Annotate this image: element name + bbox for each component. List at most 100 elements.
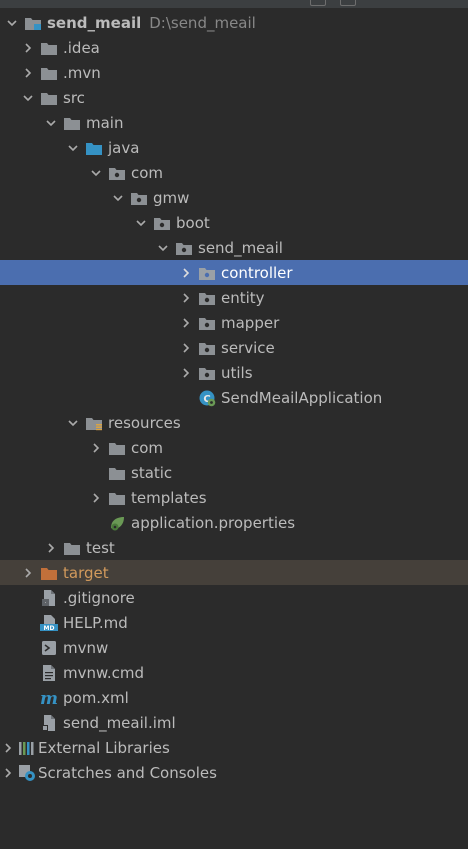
chevron-down-icon[interactable]	[4, 15, 20, 31]
shell-script-icon	[40, 639, 58, 657]
chevron-right-icon[interactable]	[178, 315, 194, 331]
chevron-right-icon[interactable]	[20, 565, 36, 581]
toolbar-icon[interactable]	[310, 0, 326, 6]
chevron-down-icon[interactable]	[133, 215, 149, 231]
tree-item-resources[interactable]: resources	[0, 410, 468, 435]
tree-item-static[interactable]: static	[0, 460, 468, 485]
tree-item-label: utils	[221, 363, 253, 382]
excluded-folder-icon	[40, 564, 58, 582]
scratches-icon	[18, 764, 36, 782]
toolbar-icon[interactable]	[340, 0, 356, 6]
tree-item-label: main	[86, 113, 124, 132]
folder-icon	[108, 489, 126, 507]
tree-item-label: application.properties	[131, 513, 296, 532]
source-folder-icon	[85, 139, 103, 157]
tree-item-label: com	[131, 438, 164, 457]
tree-item-label: mvnw.cmd	[63, 663, 145, 682]
tree-item-label: .mvn	[63, 63, 101, 82]
package-icon	[198, 289, 216, 307]
tree-item-project-root[interactable]: send_meail D:\send_meail	[0, 10, 468, 35]
chevron-down-icon[interactable]	[110, 190, 126, 206]
package-icon	[198, 264, 216, 282]
chevron-right-icon[interactable]	[178, 365, 194, 381]
text-file-icon	[40, 664, 58, 682]
tree-item-send-meail-application[interactable]: C SendMeailApplication	[0, 385, 468, 410]
library-icon	[18, 739, 36, 757]
folder-icon	[63, 114, 81, 132]
spring-boot-class-icon: C	[198, 389, 216, 407]
package-icon	[108, 164, 126, 182]
tree-item-scratches[interactable]: Scratches and Consoles	[0, 760, 468, 785]
tree-item-gitignore[interactable]: · .gitignore	[0, 585, 468, 610]
tree-item-utils[interactable]: utils	[0, 360, 468, 385]
tree-item-label: templates	[131, 488, 207, 507]
tree-item-test[interactable]: test	[0, 535, 468, 560]
package-icon	[153, 214, 171, 232]
tree-item-controller[interactable]: controller	[0, 260, 468, 285]
tree-item-mvn[interactable]: .mvn	[0, 60, 468, 85]
tree-item-target[interactable]: target	[0, 560, 468, 585]
chevron-down-icon[interactable]	[65, 140, 81, 156]
tree-item-external-libraries[interactable]: External Libraries	[0, 735, 468, 760]
tree-item-label: boot	[176, 213, 210, 232]
tree-item-com[interactable]: com	[0, 160, 468, 185]
chevron-down-icon[interactable]	[43, 115, 59, 131]
chevron-right-icon[interactable]	[178, 290, 194, 306]
tree-item-label: mvnw	[63, 638, 109, 657]
chevron-down-icon[interactable]	[88, 165, 104, 181]
resources-folder-icon	[85, 414, 103, 432]
chevron-right-icon[interactable]	[88, 490, 104, 506]
tree-item-main[interactable]: main	[0, 110, 468, 135]
chevron-down-icon[interactable]	[20, 90, 36, 106]
tree-item-boot[interactable]: boot	[0, 210, 468, 235]
tree-item-mvnw[interactable]: mvnw	[0, 635, 468, 660]
tree-item-label: target	[63, 563, 109, 582]
tree-item-label: entity	[221, 288, 265, 307]
project-name: send_meail	[47, 13, 142, 32]
project-path: D:\send_meail	[149, 13, 256, 32]
tree-item-service[interactable]: service	[0, 335, 468, 360]
module-file-icon	[40, 714, 58, 732]
tree-item-label: gmw	[153, 188, 190, 207]
tree-item-label: static	[131, 463, 173, 482]
package-icon	[130, 189, 148, 207]
chevron-right-icon[interactable]	[0, 765, 16, 781]
tree-item-java[interactable]: java	[0, 135, 468, 160]
chevron-right-icon[interactable]	[178, 340, 194, 356]
tree-item-label: src	[63, 88, 85, 107]
tree-item-label: HELP.md	[63, 613, 128, 632]
tree-item-resources-com[interactable]: com	[0, 435, 468, 460]
tree-item-entity[interactable]: entity	[0, 285, 468, 310]
chevron-right-icon[interactable]	[43, 540, 59, 556]
gitignore-file-icon: ·	[40, 589, 58, 607]
tree-item-templates[interactable]: templates	[0, 485, 468, 510]
tree-item-pom-xml[interactable]: m pom.xml	[0, 685, 468, 710]
tree-item-label: mapper	[221, 313, 280, 332]
folder-icon	[40, 39, 58, 57]
spring-properties-icon	[108, 514, 126, 532]
chevron-right-icon[interactable]	[20, 65, 36, 81]
chevron-right-icon[interactable]	[178, 265, 194, 281]
tree-item-mvnw-cmd[interactable]: mvnw.cmd	[0, 660, 468, 685]
tree-item-src[interactable]: src	[0, 85, 468, 110]
tree-item-label: send_meail.iml	[63, 713, 176, 732]
module-folder-icon	[24, 14, 42, 32]
chevron-right-icon[interactable]	[0, 740, 16, 756]
tree-item-mapper[interactable]: mapper	[0, 310, 468, 335]
tree-item-iml[interactable]: send_meail.iml	[0, 710, 468, 735]
tree-item-help-md[interactable]: MD HELP.md	[0, 610, 468, 635]
svg-text:MD: MD	[44, 625, 55, 632]
folder-icon	[108, 464, 126, 482]
tree-item-gmw[interactable]: gmw	[0, 185, 468, 210]
package-icon	[198, 339, 216, 357]
folder-icon	[40, 64, 58, 82]
chevron-right-icon[interactable]	[88, 440, 104, 456]
tree-item-idea[interactable]: .idea	[0, 35, 468, 60]
chevron-down-icon[interactable]	[65, 415, 81, 431]
chevron-right-icon[interactable]	[20, 40, 36, 56]
chevron-down-icon[interactable]	[155, 240, 171, 256]
tree-item-send-meail-package[interactable]: send_meail	[0, 235, 468, 260]
tree-item-label: pom.xml	[63, 688, 129, 707]
tree-item-application-properties[interactable]: application.properties	[0, 510, 468, 535]
tree-item-label: External Libraries	[38, 738, 170, 757]
